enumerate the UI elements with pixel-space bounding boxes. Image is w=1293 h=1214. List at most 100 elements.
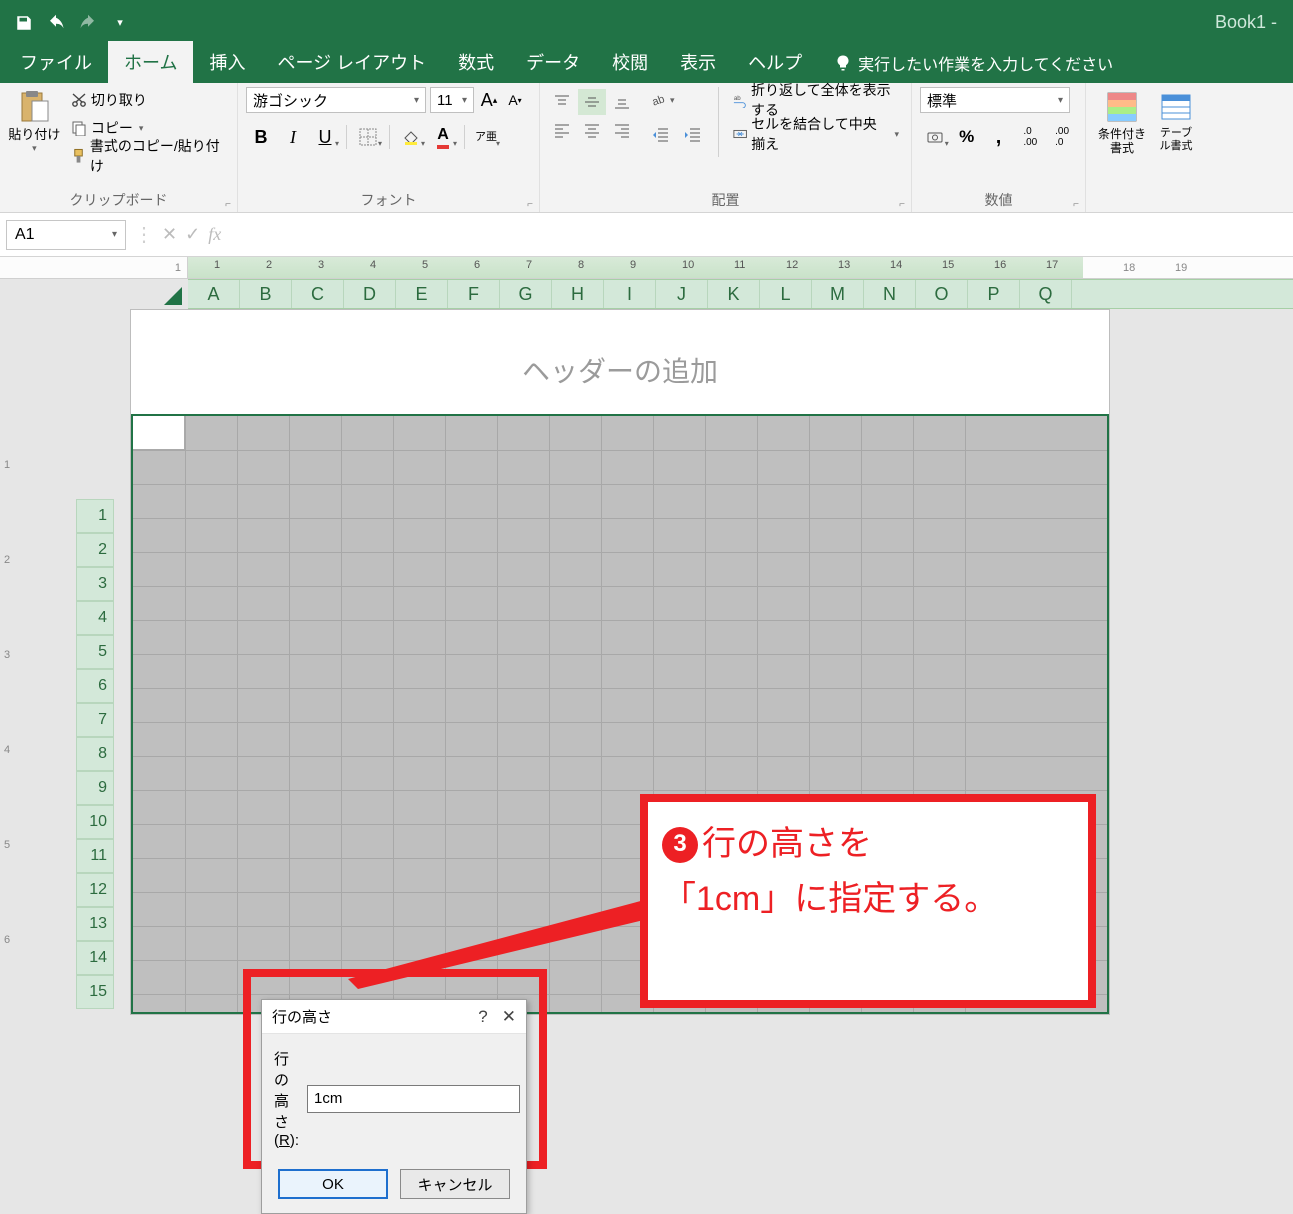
step-badge: 3: [662, 827, 698, 863]
fill-color-button[interactable]: ▾: [396, 123, 426, 151]
font-size-combo[interactable]: 11▾: [430, 87, 474, 113]
borders-button[interactable]: ▾: [353, 123, 383, 151]
underline-button[interactable]: U▾: [310, 123, 340, 151]
row-header[interactable]: 5: [76, 635, 114, 669]
qat-customize-icon[interactable]: ▾: [104, 7, 136, 39]
column-header[interactable]: G: [500, 280, 552, 308]
tab-file[interactable]: ファイル: [4, 41, 108, 83]
dialog-help-icon[interactable]: ?: [478, 1007, 487, 1027]
fx-icon[interactable]: fx: [208, 224, 221, 245]
ok-button[interactable]: OK: [278, 1169, 388, 1199]
align-left-button[interactable]: [548, 117, 576, 143]
tab-insert[interactable]: 挿入: [193, 41, 261, 83]
row-height-input[interactable]: [307, 1085, 520, 1113]
column-header[interactable]: C: [292, 280, 344, 308]
save-icon[interactable]: [8, 7, 40, 39]
column-header[interactable]: N: [864, 280, 916, 308]
ruler-mark: 8: [578, 259, 584, 271]
row-header[interactable]: 10: [76, 805, 114, 839]
column-header[interactable]: A: [188, 280, 240, 308]
font-name-combo[interactable]: 游ゴシック▾: [246, 87, 426, 113]
number-format-value: 標準: [927, 90, 957, 111]
font-color-button[interactable]: A▾: [428, 123, 458, 151]
column-header[interactable]: M: [812, 280, 864, 308]
merge-center-button[interactable]: セルを結合して中央揃え▾: [729, 121, 903, 147]
format-painter-button[interactable]: 書式のコピー/貼り付け: [67, 143, 229, 169]
phonetic-button[interactable]: ア亜▾: [471, 123, 501, 151]
row-header[interactable]: 15: [76, 975, 114, 1009]
active-cell[interactable]: [133, 416, 185, 450]
row-header[interactable]: 6: [76, 669, 114, 703]
dialog-close-icon[interactable]: ✕: [502, 1007, 516, 1027]
column-header[interactable]: H: [552, 280, 604, 308]
cut-label: 切り取り: [91, 90, 147, 110]
row-header[interactable]: 4: [76, 601, 114, 635]
column-header[interactable]: O: [916, 280, 968, 308]
header-placeholder[interactable]: ヘッダーの追加: [131, 350, 1109, 390]
table-format-button[interactable]: テーブル書式: [1156, 87, 1196, 212]
tab-formulas[interactable]: 数式: [442, 41, 510, 83]
row-header[interactable]: 7: [76, 703, 114, 737]
shrink-font-button[interactable]: A▾: [504, 87, 526, 113]
align-center-button[interactable]: [578, 117, 606, 143]
increase-indent-button[interactable]: [678, 121, 708, 149]
row-header[interactable]: 3: [76, 567, 114, 601]
align-top-button[interactable]: [548, 89, 576, 115]
column-header[interactable]: F: [448, 280, 500, 308]
row-header[interactable]: 1: [76, 499, 114, 533]
italic-button[interactable]: I: [278, 123, 308, 151]
formula-input[interactable]: [229, 220, 1287, 250]
conditional-formatting-button[interactable]: 条件付き書式: [1094, 87, 1150, 212]
column-header[interactable]: D: [344, 280, 396, 308]
row-header[interactable]: 9: [76, 771, 114, 805]
column-header[interactable]: K: [708, 280, 760, 308]
wrap-text-button[interactable]: ab 折り返して全体を表示する: [729, 87, 903, 113]
cancel-formula-icon[interactable]: ✕: [162, 224, 177, 245]
paste-button[interactable]: 貼り付け ▾: [8, 87, 61, 188]
row-header[interactable]: 2: [76, 533, 114, 567]
tell-me-search[interactable]: 実行したい作業を入力してください: [818, 43, 1129, 83]
column-header[interactable]: B: [240, 280, 292, 308]
clipboard-launcher-icon[interactable]: ⌐: [225, 199, 231, 210]
row-header[interactable]: 11: [76, 839, 114, 873]
accounting-format-button[interactable]: ▾: [920, 123, 950, 151]
align-right-button[interactable]: [608, 117, 636, 143]
grow-font-button[interactable]: A▴: [478, 87, 500, 113]
align-bottom-button[interactable]: [608, 89, 636, 115]
cancel-button[interactable]: キャンセル: [400, 1169, 510, 1199]
tab-home[interactable]: ホーム: [108, 41, 193, 83]
row-header[interactable]: 8: [76, 737, 114, 771]
number-format-combo[interactable]: 標準▾: [920, 87, 1070, 113]
enter-formula-icon[interactable]: ✓: [185, 224, 200, 245]
alignment-launcher-icon[interactable]: ⌐: [899, 199, 905, 210]
percent-button[interactable]: %: [952, 123, 982, 151]
column-header[interactable]: L: [760, 280, 812, 308]
tab-page-layout[interactable]: ページ レイアウト: [261, 41, 442, 83]
font-launcher-icon[interactable]: ⌐: [527, 199, 533, 210]
decrease-decimal-button[interactable]: .00.0: [1047, 123, 1077, 151]
column-header[interactable]: I: [604, 280, 656, 308]
decrease-indent-button[interactable]: [646, 121, 676, 149]
orientation-button[interactable]: ab▾: [646, 87, 708, 113]
tab-data[interactable]: データ: [510, 41, 596, 83]
increase-decimal-button[interactable]: .0.00: [1015, 123, 1045, 151]
select-all-corner[interactable]: [0, 279, 188, 309]
tab-review[interactable]: 校閲: [596, 41, 664, 83]
tab-help[interactable]: ヘルプ: [732, 41, 818, 83]
row-header[interactable]: 13: [76, 907, 114, 941]
bold-button[interactable]: B: [246, 123, 276, 151]
number-launcher-icon[interactable]: ⌐: [1073, 199, 1079, 210]
comma-button[interactable]: ,: [984, 123, 1014, 151]
column-header[interactable]: J: [656, 280, 708, 308]
column-header[interactable]: E: [396, 280, 448, 308]
tab-view[interactable]: 表示: [664, 41, 732, 83]
column-header[interactable]: Q: [1020, 280, 1072, 308]
column-header[interactable]: P: [968, 280, 1020, 308]
undo-icon[interactable]: [40, 7, 72, 39]
align-middle-button[interactable]: [578, 89, 606, 115]
redo-icon[interactable]: [72, 7, 104, 39]
row-header[interactable]: 14: [76, 941, 114, 975]
cut-button[interactable]: 切り取り: [67, 87, 229, 113]
name-box[interactable]: A1▾: [6, 220, 126, 250]
row-header[interactable]: 12: [76, 873, 114, 907]
